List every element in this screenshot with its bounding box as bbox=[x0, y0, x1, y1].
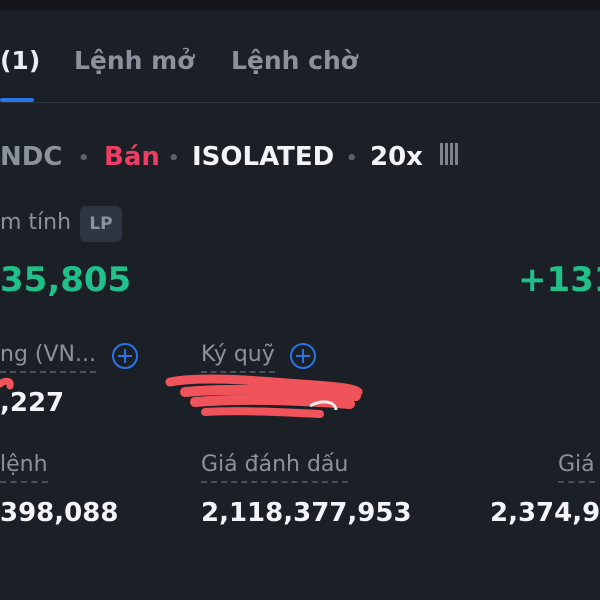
plus-circle-icon[interactable] bbox=[290, 343, 316, 369]
tab-open-orders[interactable]: Lệnh mở bbox=[74, 46, 194, 75]
plus-circle-icon[interactable] bbox=[112, 343, 138, 369]
entry-price-value: 398,088 bbox=[0, 498, 119, 528]
position-side: Bán bbox=[104, 142, 160, 172]
lp-badge[interactable]: LP bbox=[80, 206, 122, 242]
separator-dot: • bbox=[168, 148, 180, 169]
separator-dot: • bbox=[346, 148, 358, 169]
size-label: ng (VN... bbox=[0, 342, 96, 373]
order-tabs: (1) Lệnh mở Lệnh chờ bbox=[0, 10, 600, 103]
separator-dot: • bbox=[78, 148, 90, 169]
leverage[interactable]: 20x bbox=[370, 142, 423, 172]
pnl-label: m tính bbox=[0, 210, 72, 235]
active-tab-indicator bbox=[0, 98, 34, 102]
liq-price-value: 2,374,97 bbox=[490, 498, 600, 528]
margin-mode[interactable]: ISOLATED bbox=[192, 142, 334, 172]
position-symbol[interactable]: NDC bbox=[0, 142, 62, 172]
tab-pending-orders[interactable]: Lệnh chờ bbox=[231, 46, 358, 75]
bars-icon[interactable] bbox=[440, 142, 460, 172]
redaction-scribble bbox=[0, 374, 363, 418]
pnl-value: 35,805 bbox=[0, 260, 132, 300]
liq-price-label: Giá bbox=[558, 452, 595, 483]
status-bar bbox=[0, 0, 600, 10]
entry-price-label: lệnh bbox=[0, 452, 48, 483]
mark-price-value: 2,118,377,953 bbox=[201, 498, 412, 528]
margin-label: Ký quỹ bbox=[201, 342, 275, 373]
tab-positions[interactable]: (1) bbox=[0, 46, 40, 75]
mark-price-label: Giá đánh dấu bbox=[201, 452, 349, 483]
pnl-percent: +131 bbox=[518, 260, 600, 300]
